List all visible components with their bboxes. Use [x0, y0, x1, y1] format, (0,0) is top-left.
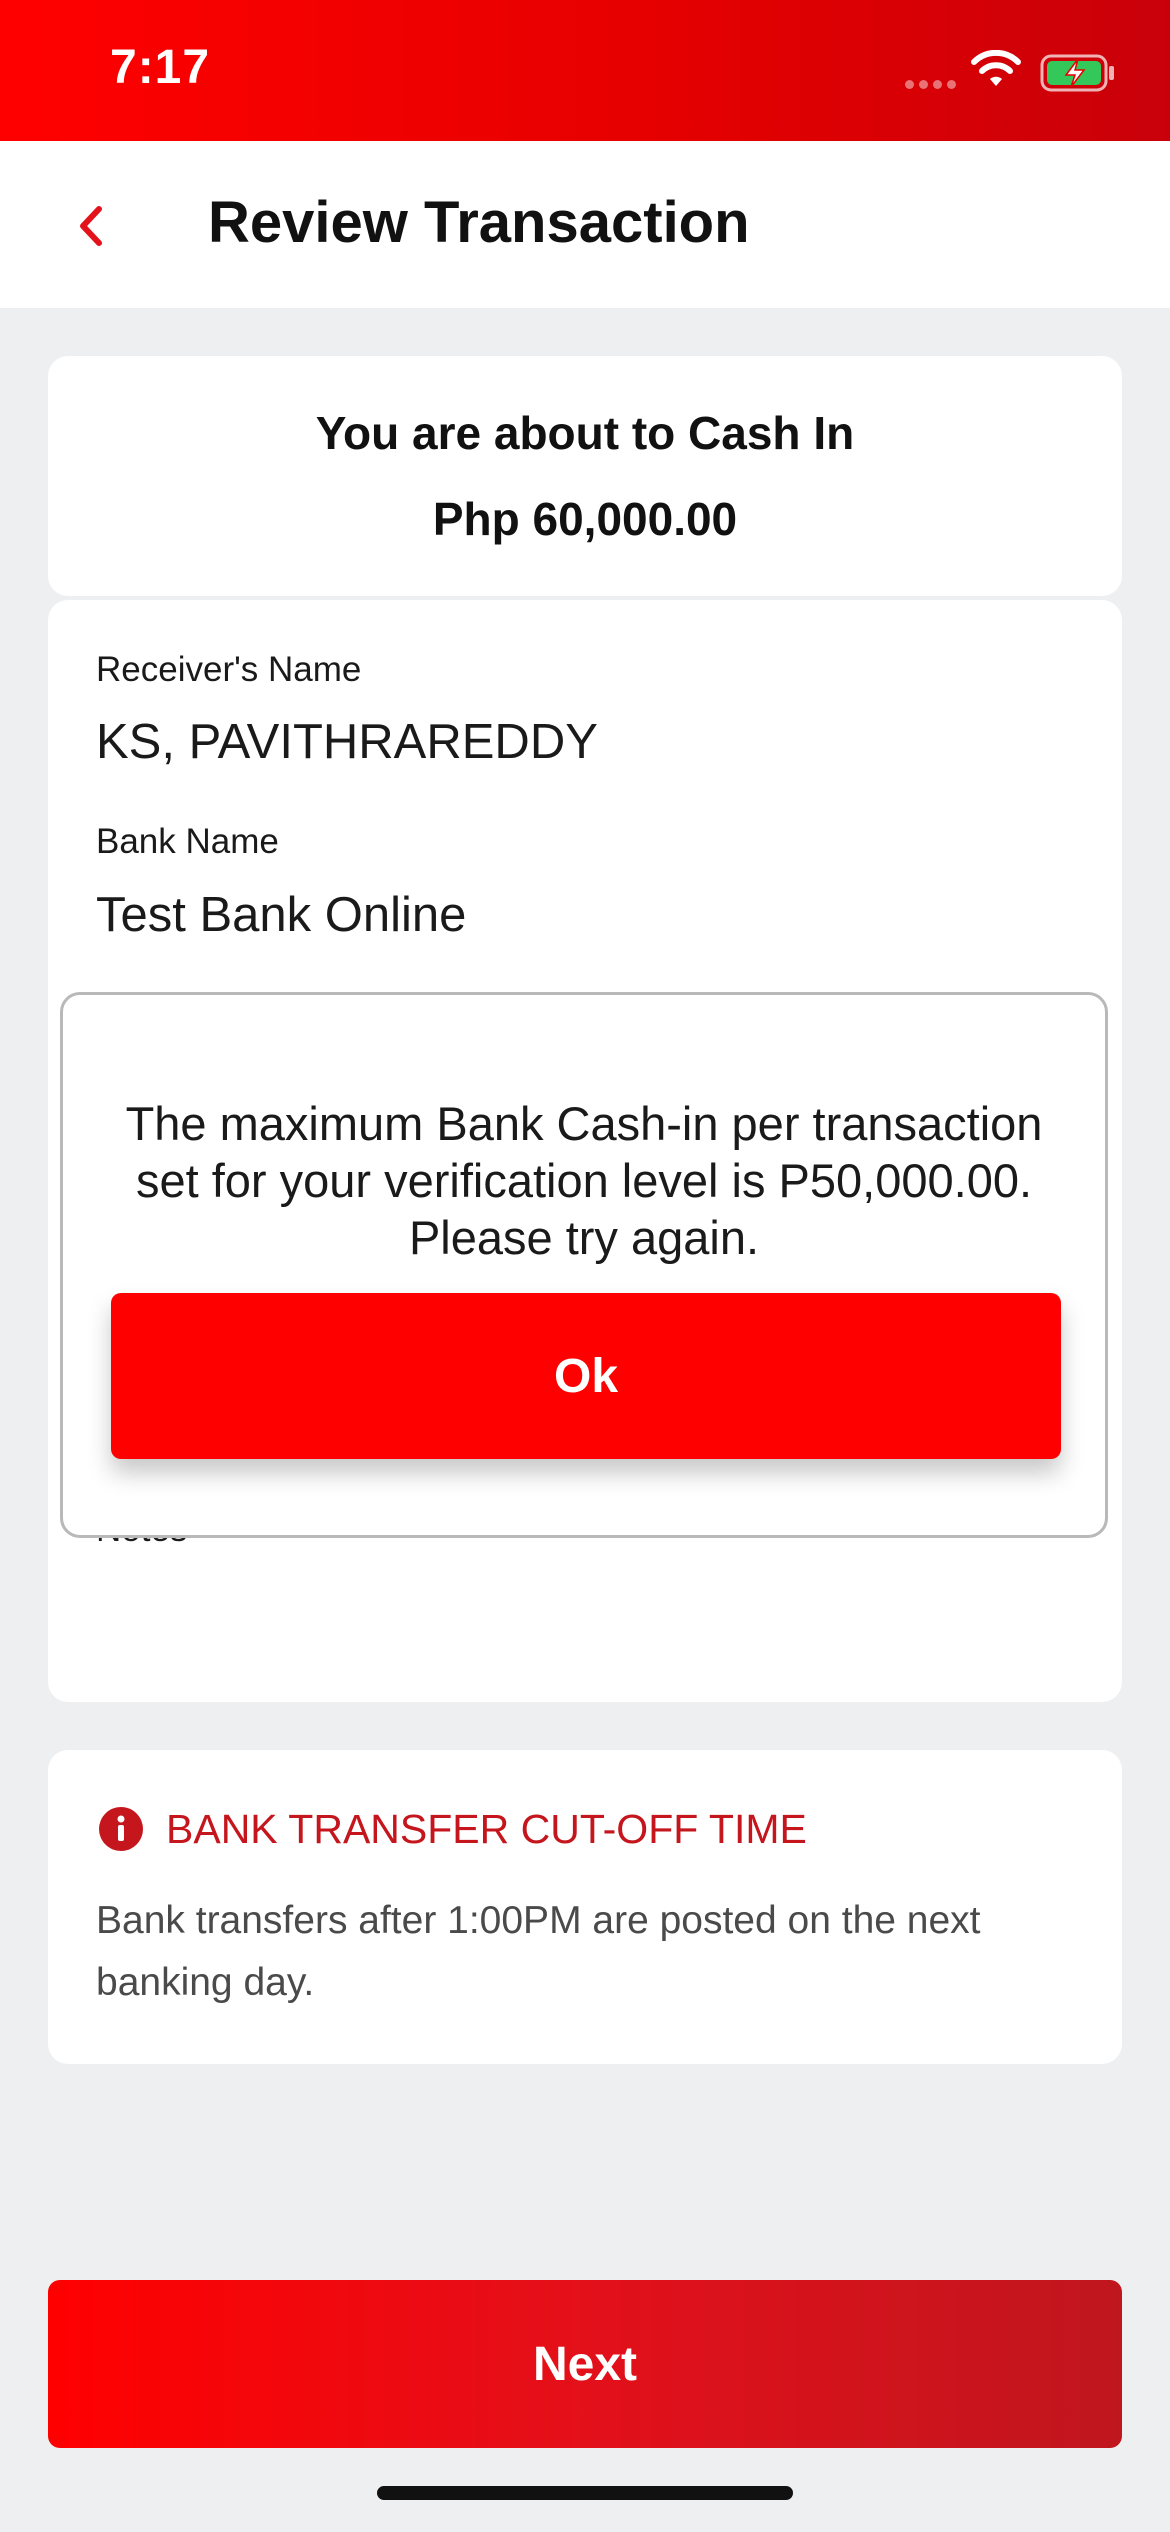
- cutoff-info-card: BANK TRANSFER CUT-OFF TIME Bank transfer…: [48, 1750, 1122, 2064]
- info-circle-icon: [99, 1807, 143, 1851]
- signal-dots-icon: [905, 80, 956, 89]
- ok-button[interactable]: Ok: [111, 1293, 1061, 1459]
- page-title: Review Transaction: [208, 190, 750, 255]
- home-indicator: [377, 2486, 793, 2500]
- status-bar: 7:17: [0, 0, 1170, 141]
- status-time: 7:17: [110, 41, 211, 94]
- error-dialog: The maximum Bank Cash-in per transaction…: [60, 992, 1108, 1538]
- chevron-left-icon: [80, 206, 102, 246]
- app-header: Review Transaction: [0, 141, 1170, 308]
- summary-amount: Php 60,000.00: [432, 493, 738, 545]
- receiver-name-value: KS, PAVITHRAREDDY: [96, 715, 598, 769]
- back-button[interactable]: [60, 191, 120, 261]
- summary-card: You are about to Cash In Php 60,000.00: [48, 356, 1122, 596]
- cutoff-title: BANK TRANSFER CUT-OFF TIME: [166, 1806, 807, 1852]
- bank-name-value: Test Bank Online: [96, 888, 467, 942]
- bank-name-label: Bank Name: [96, 822, 279, 861]
- wifi-icon: [971, 50, 1021, 86]
- receiver-name-label: Receiver's Name: [96, 650, 362, 689]
- next-button[interactable]: Next: [48, 2280, 1122, 2448]
- battery-charging-icon: [1040, 54, 1114, 92]
- cutoff-text: Bank transfers after 1:00PM are posted o…: [96, 1899, 981, 2004]
- dialog-message: The maximum Bank Cash-in per transaction…: [125, 1097, 1043, 1264]
- summary-heading: You are about to Cash In: [315, 407, 855, 459]
